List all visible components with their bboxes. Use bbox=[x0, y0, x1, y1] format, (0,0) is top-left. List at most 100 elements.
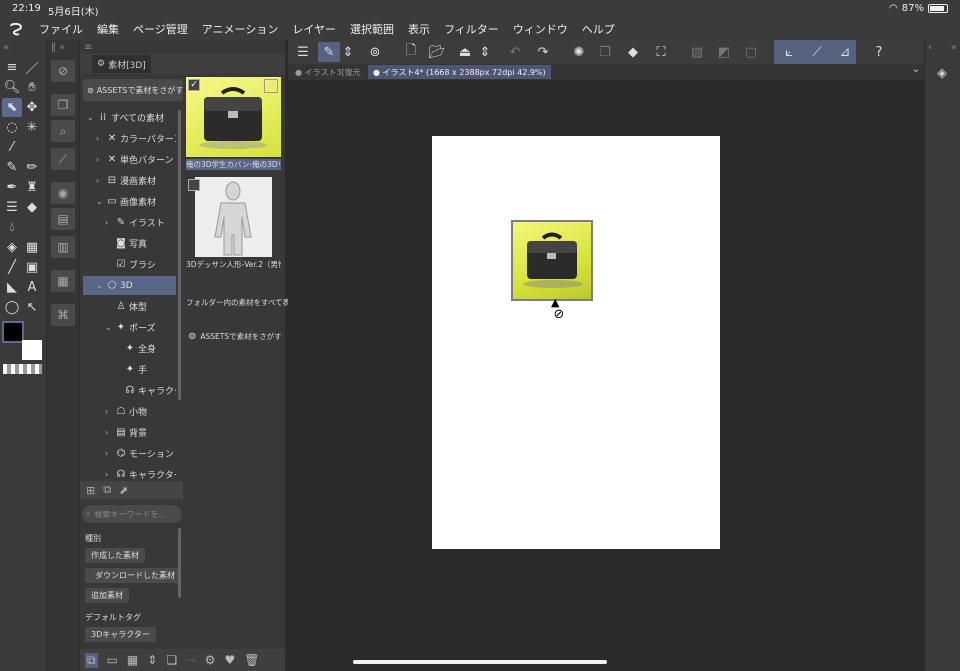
material-tab[interactable]: ⚙ 素材[3D] bbox=[92, 55, 151, 73]
tree-item[interactable]: ☊キャラクター bbox=[114, 381, 176, 400]
clip-studio-icon[interactable]: ⊚ bbox=[364, 42, 386, 62]
menu-layer[interactable]: レイヤー bbox=[285, 21, 343, 37]
canvas-paper[interactable] bbox=[432, 136, 720, 549]
pencil-icon[interactable]: ✏ bbox=[22, 158, 42, 177]
color-history-icon[interactable]: ▥ bbox=[51, 236, 75, 258]
thumb-bag-checkbox[interactable]: ✓ bbox=[188, 79, 200, 91]
tree-chevron-icon[interactable]: › bbox=[105, 428, 113, 437]
material-property-icon[interactable]: ▭ bbox=[107, 653, 118, 667]
tree-item[interactable]: ⌄ ▭ 画像素材 bbox=[96, 192, 156, 211]
pen-icon[interactable]: ✎ bbox=[2, 158, 22, 177]
quick-access-icon[interactable]: ✎ bbox=[318, 42, 340, 62]
menu-page[interactable]: ページ管理 bbox=[126, 21, 195, 37]
operation-tool-icon[interactable]: ⬉ bbox=[2, 98, 22, 117]
sub-color-swatch[interactable] bbox=[22, 340, 42, 360]
layer-property-icon[interactable]: ❐ bbox=[51, 94, 75, 116]
frame-tool-icon[interactable]: ▣ bbox=[22, 258, 42, 277]
tree-chevron-icon[interactable]: › bbox=[105, 218, 113, 227]
blend-icon[interactable]: 💧︎ bbox=[2, 218, 22, 237]
menu-filter[interactable]: フィルター bbox=[437, 21, 506, 37]
lasso-tool-icon[interactable]: ◌ bbox=[2, 118, 22, 137]
selection-border-icon[interactable]: ▢ bbox=[740, 42, 762, 62]
open-external-icon[interactable]: ↗ bbox=[264, 79, 278, 93]
undo-icon[interactable]: ↶ bbox=[504, 42, 526, 62]
hamburger-icon[interactable]: ☰ bbox=[292, 42, 314, 62]
snap-ruler-icon[interactable]: ⟀ bbox=[778, 42, 800, 62]
save-icon[interactable]: ⏏ bbox=[454, 42, 476, 62]
tree-chevron-icon[interactable]: › bbox=[96, 176, 104, 185]
tree-item[interactable]: › ☖ 小物 bbox=[105, 402, 147, 421]
brush-icon[interactable]: ✒ bbox=[2, 178, 22, 197]
redo-icon[interactable]: ↷ bbox=[532, 42, 554, 62]
snap-grid-icon[interactable]: ⊿ bbox=[834, 42, 856, 62]
chip-added[interactable]: 追加素材 bbox=[85, 588, 129, 603]
clear-selection-icon[interactable]: ▨ bbox=[686, 42, 708, 62]
menu-help[interactable]: ヘルプ bbox=[575, 21, 622, 37]
line-tool-icon[interactable]: ╱ bbox=[2, 258, 22, 277]
tree-chevron-icon[interactable]: › bbox=[105, 449, 113, 458]
text-tool-icon[interactable]: A bbox=[22, 278, 42, 297]
quick-access-stepper-icon[interactable]: ⇕ bbox=[341, 42, 355, 62]
clip-studio-logo-icon[interactable] bbox=[0, 18, 32, 40]
copy-layer-icon[interactable]: ❐ bbox=[594, 42, 616, 62]
assets-search-button[interactable]: ⊚ ASSETSで素材をさがす bbox=[83, 79, 183, 101]
tree-item[interactable]: ⌄ ⬡ 3D bbox=[83, 276, 176, 295]
brush-size-icon[interactable]: ⟋ bbox=[51, 148, 75, 170]
help-icon[interactable]: ? bbox=[868, 42, 890, 62]
export-folder-icon[interactable]: ⬈ bbox=[119, 484, 128, 497]
panel-collapse-icon[interactable]: « bbox=[0, 40, 46, 54]
menu-file[interactable]: ファイル bbox=[32, 21, 90, 37]
doc-tab-illust4[interactable]: ● イラスト4* (1668 x 2388px 72dpi 42.9%) bbox=[368, 65, 551, 79]
fill-bucket-icon[interactable]: ◆ bbox=[622, 42, 644, 62]
tree-item[interactable]: › ⌬ モーション bbox=[105, 444, 174, 463]
tree-item[interactable]: › ⊟ 漫画素材 bbox=[96, 171, 156, 190]
tree-item[interactable]: ✦ 全身 bbox=[114, 339, 156, 358]
menu-window[interactable]: ウィンドウ bbox=[506, 21, 575, 37]
duplicate-icon[interactable]: ❏ bbox=[166, 653, 177, 667]
chip-created[interactable]: 作成した素材 bbox=[85, 548, 145, 563]
tree-chevron-icon[interactable]: ⌄ bbox=[105, 323, 113, 332]
transform-icon[interactable]: ⛶ bbox=[650, 42, 672, 62]
tree-chevron-icon[interactable]: ⌄ bbox=[96, 197, 104, 206]
menu-edit[interactable]: 編集 bbox=[90, 21, 126, 37]
collapse-icon[interactable]: ‖ « bbox=[47, 40, 79, 54]
eyedropper-icon[interactable]: ⁄ bbox=[2, 138, 22, 157]
gradient-icon[interactable]: ▦ bbox=[22, 238, 42, 257]
chip-3d-character[interactable]: 3Dキャラクター bbox=[85, 627, 156, 642]
view-grid-icon[interactable]: ▦ bbox=[127, 653, 138, 667]
copy-folder-icon[interactable]: ⧉ bbox=[103, 483, 111, 497]
color-set-icon[interactable]: ▤ bbox=[51, 208, 75, 230]
keyword-search-input[interactable]: ⌕ 検索キーワードを… bbox=[82, 505, 182, 523]
layers-icon[interactable]: ◈ bbox=[933, 64, 951, 82]
open-file-icon[interactable]: 📂︎ bbox=[426, 42, 448, 62]
menu-lines-icon[interactable]: ≡ bbox=[2, 58, 22, 77]
doc-tab-illust3[interactable]: ● イラスト3[復元 bbox=[290, 65, 366, 79]
right-collapse-icon[interactable]: ‹ « bbox=[925, 40, 960, 54]
paste-to-canvas-icon[interactable]: ⧉ bbox=[85, 652, 98, 668]
move-tool-icon[interactable]: ✥ bbox=[22, 98, 42, 117]
tabs-dropdown-icon[interactable]: ⌄ bbox=[912, 65, 920, 75]
balloon-icon[interactable]: ◯ bbox=[2, 298, 22, 317]
airbrush-icon[interactable]: ♜ bbox=[22, 178, 42, 197]
calendar-icon[interactable]: ▦ bbox=[51, 270, 75, 292]
tree-chevron-icon[interactable]: › bbox=[105, 407, 113, 416]
fill-icon[interactable]: ◈ bbox=[2, 238, 22, 257]
chip-downloaded[interactable]: ダウンロードした素材 bbox=[85, 568, 181, 583]
menu-animation[interactable]: アニメーション bbox=[195, 21, 286, 37]
hand-tool-icon[interactable]: ✋︎ bbox=[22, 78, 42, 97]
invert-selection-icon[interactable]: ◩ bbox=[713, 42, 735, 62]
tree-chevron-icon[interactable]: › bbox=[96, 134, 104, 143]
main-color-swatch[interactable] bbox=[2, 321, 24, 343]
replace-icon[interactable]: ⤳ bbox=[186, 653, 196, 668]
tree-item[interactable]: › ✎ イラスト bbox=[105, 213, 165, 232]
new-file-icon[interactable]: 🗋︎ bbox=[400, 42, 422, 62]
magic-wand-icon[interactable]: ✳ bbox=[22, 118, 42, 137]
assets-search-link[interactable]: ⊚ ASSETSで素材をさがす bbox=[188, 331, 282, 342]
filter-scrollbar[interactable] bbox=[178, 528, 181, 598]
snap-special-ruler-icon[interactable]: ⟋ bbox=[806, 42, 828, 62]
material-grip[interactable]: ≡ bbox=[80, 40, 285, 54]
new-folder-icon[interactable]: ⊞ bbox=[86, 484, 95, 497]
tree-chevron-icon[interactable]: › bbox=[105, 470, 113, 479]
pen-tool-icon[interactable]: ／ bbox=[22, 58, 42, 77]
favorite-icon[interactable]: ♥ bbox=[224, 653, 235, 667]
